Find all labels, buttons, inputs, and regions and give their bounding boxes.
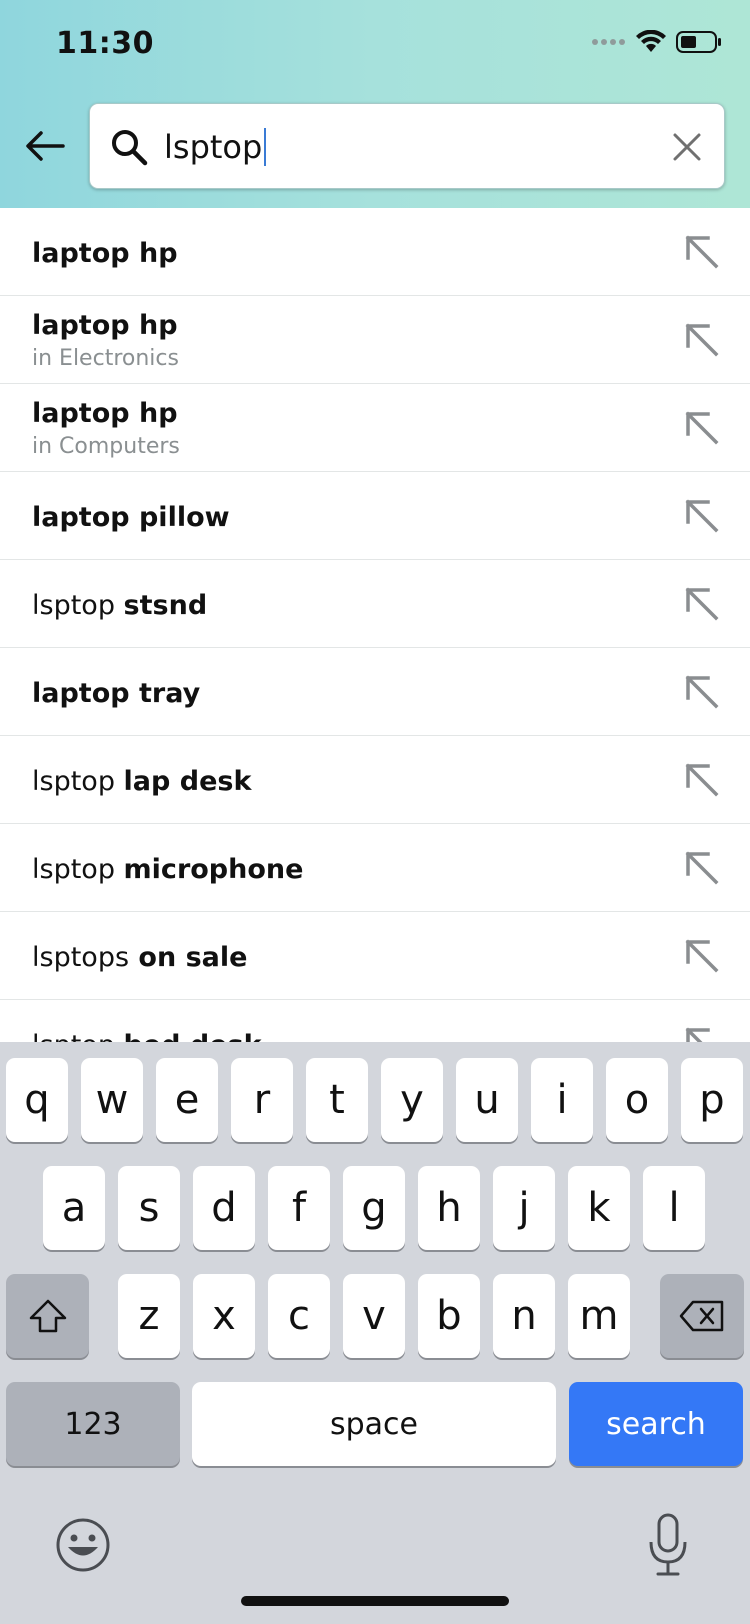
search-icon: [112, 130, 148, 166]
key-i[interactable]: i: [531, 1058, 593, 1142]
suggestion-item[interactable]: laptop pillow: [0, 472, 750, 560]
search-input[interactable]: lsptop: [89, 103, 725, 189]
suggestion-department: in Electronics: [32, 346, 179, 371]
search-header: 11:30 lsptop: [0, 0, 750, 208]
fill-query-arrow-icon[interactable]: [682, 408, 722, 448]
suggestion-text: laptop hp: [32, 310, 178, 341]
key-f[interactable]: f: [268, 1166, 330, 1250]
key-g[interactable]: g: [343, 1166, 405, 1250]
suggestion-bold-text: laptop hp: [32, 398, 178, 429]
suggestion-item[interactable]: lsptops on sale: [0, 912, 750, 1000]
fill-query-arrow-icon[interactable]: [682, 672, 722, 712]
home-indicator: [241, 1596, 509, 1606]
fill-query-arrow-icon[interactable]: [682, 1024, 722, 1042]
emoji-icon[interactable]: [54, 1516, 112, 1574]
key-d[interactable]: d: [193, 1166, 255, 1250]
fill-query-arrow-icon[interactable]: [682, 936, 722, 976]
numbers-key[interactable]: 123: [6, 1382, 180, 1466]
status-icons: [592, 30, 722, 54]
key-n[interactable]: n: [493, 1274, 555, 1358]
suggestion-bold-text: on sale: [129, 942, 248, 973]
fill-query-arrow-icon[interactable]: [682, 760, 722, 800]
suggestion-text: lsptop stsnd: [32, 590, 207, 621]
key-l[interactable]: l: [643, 1166, 705, 1250]
key-e[interactable]: e: [156, 1058, 218, 1142]
signal-icon: [592, 39, 625, 45]
suggestion-item[interactable]: laptop hp in Computers: [0, 384, 750, 472]
key-z[interactable]: z: [118, 1274, 180, 1358]
key-r[interactable]: r: [231, 1058, 293, 1142]
text-caret: [264, 128, 267, 166]
suggestion-plain-text: lsptop: [32, 1030, 124, 1042]
key-t[interactable]: t: [306, 1058, 368, 1142]
search-query: lsptop: [164, 128, 267, 168]
suggestion-bold-text: laptop hp: [32, 310, 178, 341]
suggestion-bold-text: stsnd: [123, 590, 208, 621]
key-a[interactable]: a: [43, 1166, 105, 1250]
suggestion-plain-text: lsptop: [32, 854, 124, 885]
suggestion-department: in Computers: [32, 434, 180, 459]
key-p[interactable]: p: [681, 1058, 743, 1142]
back-arrow-icon[interactable]: [22, 118, 68, 174]
key-o[interactable]: o: [606, 1058, 668, 1142]
fill-query-arrow-icon[interactable]: [682, 848, 722, 888]
suggestion-item[interactable]: lsptop lap desk: [0, 736, 750, 824]
shift-icon: [29, 1299, 66, 1333]
suggestion-item[interactable]: lsptop stsnd: [0, 560, 750, 648]
key-b[interactable]: b: [418, 1274, 480, 1358]
key-x[interactable]: x: [193, 1274, 255, 1358]
key-w[interactable]: w: [81, 1058, 143, 1142]
suggestion-text: lsptop bed desk: [32, 1030, 262, 1042]
fill-query-arrow-icon[interactable]: [682, 320, 722, 360]
fill-query-arrow-icon[interactable]: [682, 496, 722, 536]
suggestion-item[interactable]: laptop tray: [0, 648, 750, 736]
fill-query-arrow-icon[interactable]: [682, 232, 722, 272]
key-q[interactable]: q: [6, 1058, 68, 1142]
key-v[interactable]: v: [343, 1274, 405, 1358]
key-s[interactable]: s: [118, 1166, 180, 1250]
suggestion-text: laptop hp: [32, 398, 178, 429]
search-key[interactable]: search: [569, 1382, 743, 1466]
suggestion-plain-text: lsptop: [32, 590, 124, 621]
suggestion-text: lsptops on sale: [32, 942, 247, 973]
clear-icon[interactable]: [670, 130, 704, 164]
suggestion-text: laptop hp: [32, 238, 178, 269]
space-key[interactable]: space: [192, 1382, 556, 1466]
suggestion-bold-text: bed desk: [124, 1030, 262, 1042]
backspace-icon: [679, 1300, 724, 1332]
key-j[interactable]: j: [493, 1166, 555, 1250]
key-m[interactable]: m: [568, 1274, 630, 1358]
suggestion-bold-text: laptop pillow: [32, 502, 230, 533]
wifi-icon: [636, 30, 666, 52]
fill-query-arrow-icon[interactable]: [682, 584, 722, 624]
delete-key[interactable]: [660, 1274, 744, 1358]
status-time: 11:30: [56, 26, 154, 61]
suggestion-list: laptop hp laptop hp in Electronics laptop h…: [0, 208, 750, 1042]
suggestion-item[interactable]: lsptop bed desk: [0, 1000, 750, 1042]
search-query-text: lsptop: [164, 128, 263, 166]
key-h[interactable]: h: [418, 1166, 480, 1250]
suggestion-item[interactable]: laptop hp in Electronics: [0, 296, 750, 384]
keyboard: 123 space search qwertyuiop asdfghjkl zxcv…: [0, 1042, 750, 1624]
suggestion-text: laptop tray: [32, 678, 200, 709]
suggestion-text: lsptop microphone: [32, 854, 303, 885]
key-k[interactable]: k: [568, 1166, 630, 1250]
microphone-icon[interactable]: [646, 1512, 690, 1578]
key-c[interactable]: c: [268, 1274, 330, 1358]
suggestion-bold-text: lap desk: [123, 766, 252, 797]
suggestion-bold-text: laptop hp: [32, 238, 178, 269]
suggestion-text: laptop pillow: [32, 502, 230, 533]
shift-key[interactable]: [6, 1274, 89, 1358]
suggestion-item[interactable]: laptop hp: [0, 208, 750, 296]
suggestion-bold-text: laptop tray: [32, 678, 201, 709]
suggestion-item[interactable]: lsptop microphone: [0, 824, 750, 912]
suggestion-text: lsptop lap desk: [32, 766, 251, 797]
suggestion-plain-text: lsptop: [32, 766, 124, 797]
suggestion-plain-text: lsptops: [32, 942, 130, 973]
key-y[interactable]: y: [381, 1058, 443, 1142]
key-u[interactable]: u: [456, 1058, 518, 1142]
suggestion-bold-text: microphone: [123, 854, 304, 885]
battery-icon: [676, 31, 721, 53]
